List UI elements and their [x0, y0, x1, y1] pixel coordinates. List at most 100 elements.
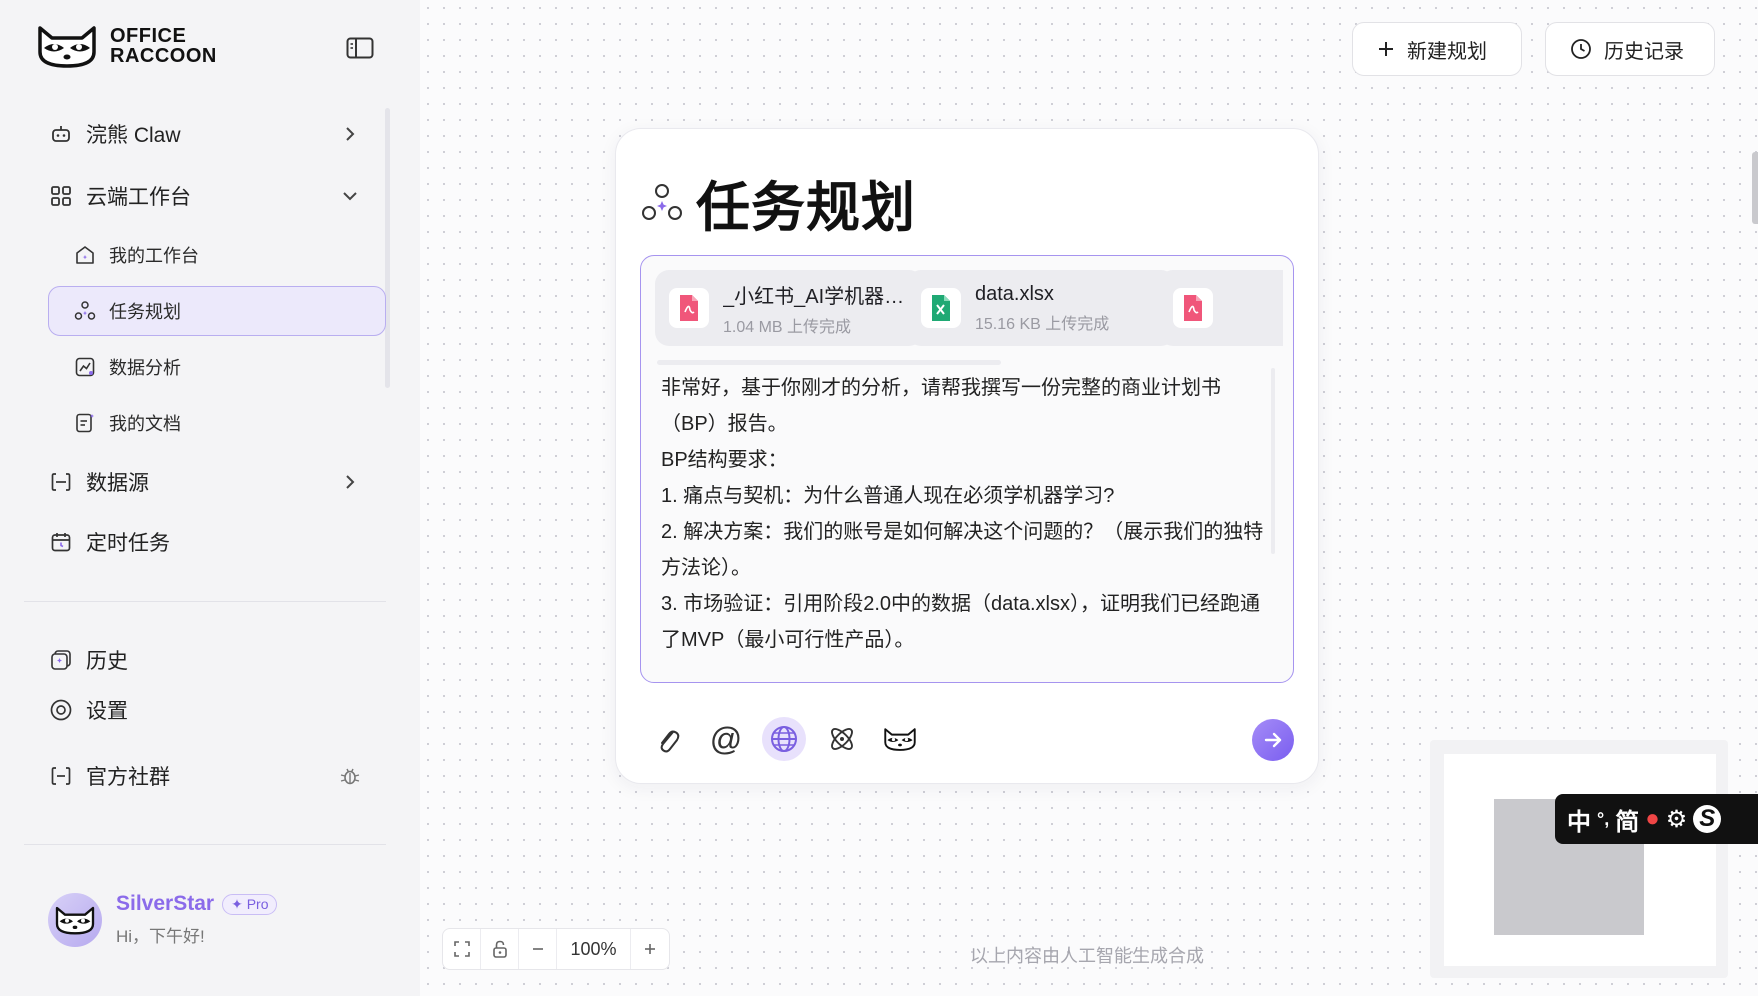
- ime-settings-icon[interactable]: ⚙: [1666, 805, 1688, 834]
- ime-script[interactable]: 简: [1615, 802, 1639, 837]
- ime-punctuation-icon[interactable]: °,: [1597, 809, 1609, 830]
- sidebar-subitem-label: 数据分析: [109, 358, 181, 378]
- sidebar-subitem-label: 任务规划: [109, 302, 181, 322]
- sidebar-item-community[interactable]: 官方社群: [48, 752, 360, 800]
- app-logo[interactable]: OFFICE RACCOON: [34, 22, 217, 70]
- chevron-down-icon: [338, 184, 362, 208]
- sidebar-item-label: 云端工作台: [86, 186, 191, 209]
- attachment-chip[interactable]: _小红书_AI学机器学习... 1.04 MB 上传完成: [655, 270, 923, 346]
- attachment-status: 1.04 MB 上传完成: [723, 318, 852, 336]
- web-search-button[interactable]: [762, 717, 806, 761]
- attachment-status: 15.16 KB 上传完成: [975, 315, 1110, 333]
- chevron-right-icon: [338, 122, 362, 146]
- prompt-scrollbar[interactable]: [1271, 368, 1275, 554]
- attachment-chip[interactable]: [1159, 270, 1283, 346]
- arrow-right-icon: [1264, 732, 1282, 748]
- excel-file-icon: [921, 288, 961, 328]
- sidebar-subitem-data-analysis[interactable]: 数据分析: [48, 342, 386, 392]
- globe-icon: [771, 726, 797, 752]
- user-greeting: Hi，下午好!: [116, 927, 205, 946]
- sidebar-toggle-icon: [346, 37, 374, 59]
- plus-icon: [1377, 40, 1395, 58]
- attachment-name: data.xlsx: [975, 282, 1054, 305]
- sidebar-item-label: 浣熊 Claw: [86, 124, 181, 147]
- minus-icon: [532, 948, 543, 950]
- sidebar-item-claw[interactable]: 浣熊 Claw: [48, 110, 355, 158]
- zoom-in-button[interactable]: [631, 929, 669, 969]
- ime-skin-icon[interactable]: ●: [1645, 805, 1660, 833]
- attachment-chip[interactable]: data.xlsx 15.16 KB 上传完成: [907, 270, 1175, 346]
- user-profile[interactable]: SilverStar ✦ Pro Hi，下午好!: [48, 892, 278, 947]
- prompt-input-box[interactable]: _小红书_AI学机器学习... 1.04 MB 上传完成 data.xlsx 1…: [640, 255, 1294, 683]
- chart-icon: [73, 355, 97, 379]
- zoom-level: 100%: [557, 929, 631, 969]
- attachment-name: _小红书_AI学机器学习...: [723, 285, 919, 308]
- clock-icon: [1570, 38, 1592, 60]
- raccoon-agent-button[interactable]: [878, 717, 922, 761]
- history-icon: [48, 647, 74, 673]
- ime-mode[interactable]: 中: [1567, 802, 1591, 837]
- user-name: SilverStar: [116, 892, 215, 915]
- sidebar-subitem-label: 我的文档: [109, 414, 181, 434]
- fullscreen-icon: [453, 941, 470, 957]
- task-planning-icon: [73, 299, 97, 323]
- lock-button[interactable]: [481, 929, 519, 969]
- raccoon-icon: [884, 728, 916, 751]
- sidebar-item-label: 官方社群: [86, 766, 170, 789]
- plus-icon: [645, 944, 655, 954]
- sidebar-divider: [24, 844, 386, 845]
- sidebar-item-label: 历史: [86, 650, 128, 673]
- at-icon: @: [709, 721, 743, 757]
- sidebar-item-label: 设置: [86, 700, 128, 723]
- sidebar-item-scheduled-tasks[interactable]: 定时任务: [48, 518, 170, 566]
- robot-icon: [48, 121, 74, 147]
- sidebar: OFFICE RACCOON 浣熊 Claw 云端工作台 我的工作台 任务规划 …: [0, 0, 420, 996]
- sidebar-subitem-task-planning[interactable]: 任务规划: [48, 286, 386, 336]
- database-icon: [48, 469, 74, 495]
- grid-icon: [48, 183, 74, 209]
- attach-button[interactable]: [646, 717, 690, 761]
- sidebar-subitem-my-docs[interactable]: 我的文档: [48, 398, 386, 448]
- raccoon-avatar-icon: [55, 906, 95, 934]
- chevron-right-icon: [338, 470, 362, 494]
- sidebar-item-label: 数据源: [86, 472, 149, 495]
- send-button[interactable]: [1252, 719, 1294, 761]
- page-scrollbar[interactable]: [1752, 152, 1758, 224]
- pro-badge: ✦ Pro: [222, 893, 278, 915]
- lock-icon: [492, 940, 507, 958]
- bug-icon[interactable]: [338, 764, 362, 788]
- deep-think-button[interactable]: [820, 717, 864, 761]
- new-plan-button[interactable]: 新建规划: [1352, 22, 1522, 76]
- atom-icon: [831, 728, 853, 750]
- sidebar-divider: [24, 601, 386, 602]
- calendar-icon: [48, 529, 74, 555]
- avatar: [48, 892, 102, 947]
- attachments-row: _小红书_AI学机器学习... 1.04 MB 上传完成 data.xlsx 1…: [655, 270, 1283, 348]
- ime-toolbar[interactable]: 中 °, 简 ● ⚙ S: [1555, 794, 1758, 844]
- sidebar-item-history[interactable]: 历史: [48, 636, 128, 684]
- community-icon: [48, 763, 74, 789]
- minimap-canvas: [1444, 754, 1716, 966]
- sidebar-subitem-my-workspace[interactable]: 我的工作台: [48, 230, 386, 280]
- paperclip-icon: [660, 730, 680, 753]
- raccoon-logo-icon: [38, 26, 96, 68]
- pdf-file-icon: [669, 288, 709, 328]
- mention-button[interactable]: @: [704, 717, 748, 761]
- history-button[interactable]: 历史记录: [1545, 22, 1715, 76]
- fit-view-button[interactable]: [443, 929, 481, 969]
- new-plan-label: 新建规划: [1407, 40, 1487, 63]
- brand-name: OFFICE RACCOON: [110, 25, 217, 67]
- zoom-out-button[interactable]: [519, 929, 557, 969]
- sidebar-item-cloud-workspace[interactable]: 云端工作台: [48, 172, 357, 220]
- task-planning-card: 任务规划 _小红书_AI学机器学习... 1.04 MB 上传完成 data.x…: [615, 128, 1319, 784]
- minimap[interactable]: [1430, 740, 1728, 978]
- input-toolbar: @: [646, 717, 936, 761]
- sidebar-item-data-source[interactable]: 数据源: [48, 458, 355, 506]
- pdf-file-icon: [1173, 288, 1213, 328]
- sidebar-collapse-button[interactable]: [344, 34, 376, 62]
- sidebar-item-settings[interactable]: 设置: [48, 686, 128, 734]
- sidebar-item-label: 定时任务: [86, 532, 170, 555]
- prompt-textarea[interactable]: 非常好，基于你刚才的分析，请帮我撰写一份完整的商业计划书（BP）报告。 BP结构…: [661, 370, 1267, 658]
- zoom-controls: 100%: [442, 928, 670, 970]
- attachments-scrollbar[interactable]: [657, 360, 1001, 365]
